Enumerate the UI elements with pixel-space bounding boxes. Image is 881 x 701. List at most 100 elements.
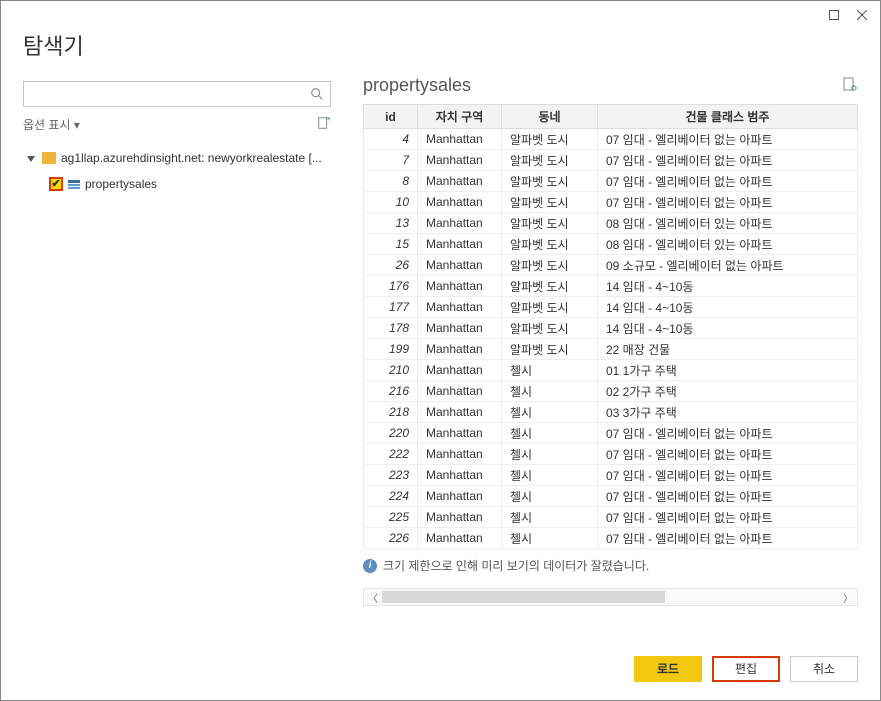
table-row[interactable]: 216Manhattan첼시02 2가구 주택 (364, 381, 858, 402)
col-building-class[interactable]: 건물 클래스 범주 (598, 105, 858, 129)
cell-hood: 알파벳 도시 (502, 192, 598, 213)
table-row[interactable]: 26Manhattan알파벳 도시09 소규모 - 엘리베이터 없는 아파트 (364, 255, 858, 276)
table-row[interactable]: 220Manhattan첼시07 임대 - 엘리베이터 없는 아파트 (364, 423, 858, 444)
table-checkbox[interactable]: ✔ (49, 177, 63, 191)
cell-cls: 07 임대 - 엘리베이터 없는 아파트 (598, 528, 858, 549)
search-input[interactable] (24, 82, 304, 106)
cell-id: 199 (364, 339, 418, 360)
cell-hood: 알파벳 도시 (502, 213, 598, 234)
preview-table-wrap: id 자치 구역 동네 건물 클래스 범주 4Manhattan알파벳 도시07… (363, 104, 858, 632)
horizontal-scrollbar[interactable]: 〈 〉 (363, 588, 858, 606)
cell-bor: Manhattan (418, 297, 502, 318)
cancel-button[interactable]: 취소 (790, 656, 858, 682)
scroll-thumb[interactable] (382, 591, 665, 603)
table-row[interactable]: 15Manhattan알파벳 도시08 임대 - 엘리베이터 있는 아파트 (364, 234, 858, 255)
dialog-header: 탐색기 (1, 29, 880, 73)
options-row: 옵션 표시 ▾ (23, 113, 331, 135)
preview-table-body: 4Manhattan알파벳 도시07 임대 - 엘리베이터 없는 아파트7Man… (364, 129, 858, 549)
cell-cls: 07 임대 - 엘리베이터 없는 아파트 (598, 192, 858, 213)
cell-cls: 07 임대 - 엘리베이터 없는 아파트 (598, 171, 858, 192)
display-options-toggle[interactable]: 옵션 표시 ▾ (23, 116, 80, 133)
cell-hood: 첼시 (502, 444, 598, 465)
sheet-refresh-icon[interactable] (842, 76, 858, 95)
cell-cls: 01 1가구 주택 (598, 360, 858, 381)
cell-cls: 07 임대 - 엘리베이터 없는 아파트 (598, 507, 858, 528)
cell-bor: Manhattan (418, 150, 502, 171)
cell-hood: 첼시 (502, 528, 598, 549)
cell-id: 224 (364, 486, 418, 507)
tree-table-label: propertysales (85, 177, 157, 191)
collapse-icon (27, 153, 37, 163)
cell-bor: Manhattan (418, 339, 502, 360)
col-id[interactable]: id (364, 105, 418, 129)
datasource-label: ag1llap.azurehdinsight.net: newyorkreale… (61, 151, 322, 165)
table-row[interactable]: 226Manhattan첼시07 임대 - 엘리베이터 없는 아파트 (364, 528, 858, 549)
cell-cls: 14 임대 - 4~10동 (598, 276, 858, 297)
cell-bor: Manhattan (418, 381, 502, 402)
scroll-left-icon[interactable]: 〈 (364, 589, 382, 605)
table-row[interactable]: 178Manhattan알파벳 도시14 임대 - 4~10동 (364, 318, 858, 339)
tree-table-node[interactable]: ✔ propertysales (23, 171, 331, 197)
edit-button[interactable]: 편집 (712, 656, 780, 682)
cell-hood: 첼시 (502, 360, 598, 381)
table-icon (68, 180, 80, 189)
cell-bor: Manhattan (418, 507, 502, 528)
cell-cls: 03 3가구 주택 (598, 402, 858, 423)
cell-id: 177 (364, 297, 418, 318)
cell-hood: 첼시 (502, 423, 598, 444)
table-row[interactable]: 218Manhattan첼시03 3가구 주택 (364, 402, 858, 423)
table-row[interactable]: 225Manhattan첼시07 임대 - 엘리베이터 없는 아파트 (364, 507, 858, 528)
cell-hood: 첼시 (502, 381, 598, 402)
scroll-track[interactable] (382, 589, 839, 605)
table-row[interactable]: 177Manhattan알파벳 도시14 임대 - 4~10동 (364, 297, 858, 318)
refresh-icon[interactable] (317, 116, 331, 133)
cell-cls: 08 임대 - 엘리베이터 있는 아파트 (598, 234, 858, 255)
search-icon[interactable] (304, 82, 330, 106)
cell-bor: Manhattan (418, 528, 502, 549)
table-row[interactable]: 7Manhattan알파벳 도시07 임대 - 엘리베이터 없는 아파트 (364, 150, 858, 171)
cell-cls: 07 임대 - 엘리베이터 없는 아파트 (598, 423, 858, 444)
cell-bor: Manhattan (418, 423, 502, 444)
col-neighborhood[interactable]: 동네 (502, 105, 598, 129)
table-header-row: id 자치 구역 동네 건물 클래스 범주 (364, 105, 858, 129)
cell-hood: 알파벳 도시 (502, 318, 598, 339)
cell-id: 13 (364, 213, 418, 234)
cell-cls: 07 임대 - 엘리베이터 없는 아파트 (598, 465, 858, 486)
cell-id: 8 (364, 171, 418, 192)
cell-bor: Manhattan (418, 192, 502, 213)
cell-bor: Manhattan (418, 444, 502, 465)
table-row[interactable]: 224Manhattan첼시07 임대 - 엘리베이터 없는 아파트 (364, 486, 858, 507)
preview-panel: propertysales id 자치 구역 동네 건물 클래스 (363, 73, 858, 632)
scroll-right-icon[interactable]: 〉 (839, 589, 857, 605)
table-row[interactable]: 13Manhattan알파벳 도시08 임대 - 엘리베이터 있는 아파트 (364, 213, 858, 234)
cell-hood: 알파벳 도시 (502, 339, 598, 360)
table-row[interactable]: 8Manhattan알파벳 도시07 임대 - 엘리베이터 없는 아파트 (364, 171, 858, 192)
preview-title: propertysales (363, 75, 471, 96)
table-row[interactable]: 10Manhattan알파벳 도시07 임대 - 엘리베이터 없는 아파트 (364, 192, 858, 213)
table-row[interactable]: 223Manhattan첼시07 임대 - 엘리베이터 없는 아파트 (364, 465, 858, 486)
cell-cls: 14 임대 - 4~10동 (598, 318, 858, 339)
cell-bor: Manhattan (418, 276, 502, 297)
load-button[interactable]: 로드 (634, 656, 702, 682)
cell-hood: 알파벳 도시 (502, 129, 598, 150)
cell-bor: Manhattan (418, 213, 502, 234)
cell-cls: 08 임대 - 엘리베이터 있는 아파트 (598, 213, 858, 234)
cell-id: 15 (364, 234, 418, 255)
cell-bor: Manhattan (418, 255, 502, 276)
cell-bor: Manhattan (418, 465, 502, 486)
table-row[interactable]: 176Manhattan알파벳 도시14 임대 - 4~10동 (364, 276, 858, 297)
cell-cls: 09 소규모 - 엘리베이터 없는 아파트 (598, 255, 858, 276)
cell-cls: 14 임대 - 4~10동 (598, 297, 858, 318)
table-row[interactable]: 210Manhattan첼시01 1가구 주택 (364, 360, 858, 381)
table-row[interactable]: 4Manhattan알파벳 도시07 임대 - 엘리베이터 없는 아파트 (364, 129, 858, 150)
cell-id: 220 (364, 423, 418, 444)
cell-bor: Manhattan (418, 171, 502, 192)
cell-hood: 알파벳 도시 (502, 297, 598, 318)
table-row[interactable]: 199Manhattan알파벳 도시22 매장 건물 (364, 339, 858, 360)
dialog-title: 탐색기 (23, 29, 858, 69)
maximize-button[interactable] (820, 4, 848, 26)
table-row[interactable]: 222Manhattan첼시07 임대 - 엘리베이터 없는 아파트 (364, 444, 858, 465)
col-borough[interactable]: 자치 구역 (418, 105, 502, 129)
tree-datasource-node[interactable]: ag1llap.azurehdinsight.net: newyorkreale… (23, 145, 331, 171)
close-button[interactable] (848, 4, 876, 26)
